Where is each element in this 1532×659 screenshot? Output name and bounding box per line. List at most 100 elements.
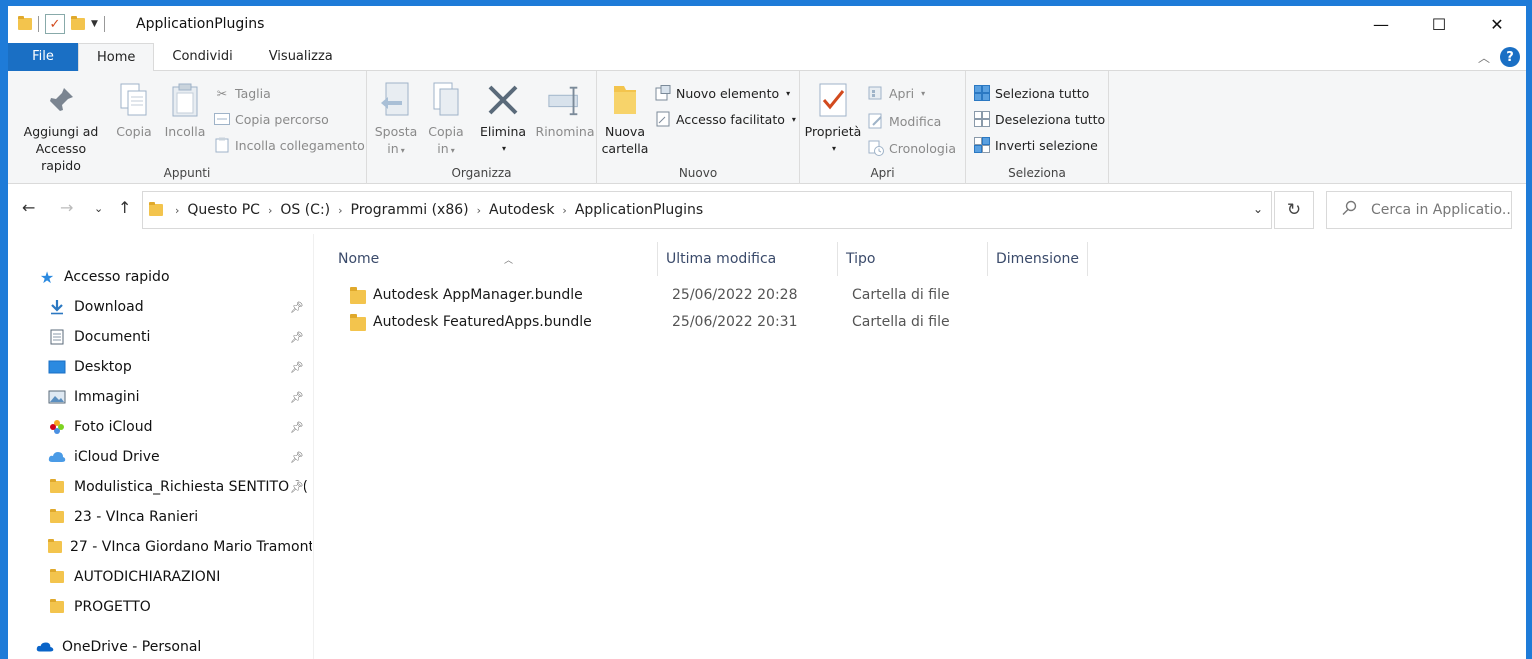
nav-item-vinca-ranieri[interactable]: 23 - VInca Ranieri	[48, 506, 198, 528]
close-button[interactable]: ✕	[1468, 6, 1526, 42]
nav-item-immagini[interactable]: Immagini 📌︎	[48, 386, 310, 408]
nav-item-desktop[interactable]: Desktop 📌︎	[48, 356, 310, 378]
collapse-ribbon-chevron-up-icon[interactable]: ︿	[1478, 49, 1490, 66]
easy-access-button[interactable]: Accesso facilitato ▾	[655, 109, 796, 129]
new-folder-quick-icon[interactable]	[71, 16, 85, 30]
copy-icon	[116, 81, 152, 119]
column-header-name[interactable]: Nome ︿	[330, 242, 658, 276]
edit-button[interactable]: Modifica	[868, 111, 941, 131]
nav-quick-access[interactable]: ★ Accesso rapido	[38, 266, 170, 288]
rename-button[interactable]: Rinomina	[535, 81, 595, 140]
breadcrumb-item[interactable]: ApplicationPlugins	[575, 202, 703, 218]
chevron-right-icon[interactable]: ›	[268, 204, 272, 217]
move-to-button[interactable]: Sposta in ▾	[373, 81, 419, 159]
search-box[interactable]: Cerca in Applicatio...	[1326, 191, 1512, 229]
nav-item-label: 23 - VInca Ranieri	[74, 509, 199, 525]
chevron-right-icon[interactable]: ›	[477, 204, 481, 217]
nav-item-label: iCloud Drive	[74, 449, 160, 465]
invert-selection-button[interactable]: Inverti selezione	[974, 135, 1098, 155]
history-label: Cronologia	[889, 140, 956, 156]
pin-icon[interactable]: 📌︎	[290, 480, 304, 494]
group-label-organizza: Organizza	[451, 166, 512, 180]
chevron-down-icon: ▾	[501, 144, 506, 153]
nav-item-label: Accesso rapido	[64, 269, 170, 285]
properties-quick-icon[interactable]: ✓	[45, 14, 65, 34]
maximize-button[interactable]: ☐	[1410, 6, 1468, 42]
table-row[interactable]: Autodesk AppManager.bundle 25/06/2022 20…	[336, 283, 1136, 309]
tab-visualizza[interactable]: Visualizza	[251, 43, 351, 71]
tab-condividi[interactable]: Condividi	[154, 43, 250, 71]
select-all-button[interactable]: Seleziona tutto	[974, 83, 1089, 103]
new-item-label: Nuovo elemento	[676, 85, 780, 101]
pin-icon[interactable]: 📌︎	[290, 331, 304, 344]
invert-selection-icon	[974, 137, 990, 153]
invert-selection-label: Inverti selezione	[995, 137, 1098, 153]
pin-icon[interactable]: 📌︎	[290, 421, 304, 434]
up-arrow-icon[interactable]: ↑	[118, 198, 131, 217]
delete-button[interactable]: Elimina ▾	[477, 81, 529, 157]
copy-to-button[interactable]: Copia in ▾	[423, 81, 469, 159]
nav-item-label: OneDrive - Personal	[62, 639, 202, 655]
nav-item-label: PROGETTO	[74, 599, 151, 615]
column-header-size[interactable]: Dimensione	[988, 242, 1088, 276]
nav-item-download[interactable]: Download 📌︎	[48, 296, 310, 318]
breadcrumb-item[interactable]: Autodesk	[489, 202, 554, 218]
back-arrow-icon[interactable]: ←	[22, 198, 35, 217]
address-bar[interactable]: › Questo PC › OS (C:) › Programmi (x86) …	[142, 191, 1272, 229]
paste-link-button[interactable]: Incolla collegamento	[214, 135, 365, 155]
file-name: Autodesk FeaturedApps.bundle	[373, 314, 592, 330]
select-none-icon	[974, 111, 990, 127]
breadcrumb-item[interactable]: Questo PC	[187, 202, 260, 218]
desktop-icon	[48, 358, 66, 376]
nav-item-foto-icloud[interactable]: Foto iCloud 📌︎	[48, 416, 310, 438]
file-name: Autodesk AppManager.bundle	[373, 287, 583, 303]
forward-arrow-icon[interactable]: →	[60, 198, 73, 217]
select-none-button[interactable]: Deseleziona tutto	[974, 109, 1105, 129]
nav-item-documenti[interactable]: Documenti 📌︎	[48, 326, 310, 348]
nav-onedrive[interactable]: OneDrive - Personal	[36, 636, 201, 658]
nav-item-progetto[interactable]: PROGETTO	[48, 596, 151, 618]
column-header-modified[interactable]: Ultima modifica	[658, 242, 838, 276]
copy-button[interactable]: Copia	[112, 81, 156, 140]
nav-item-modulistica[interactable]: Modulistica_Richiesta SENTITO 2( 📌︎	[48, 476, 310, 498]
nav-item-autodichiarazioni[interactable]: AUTODICHIARAZIONI	[48, 566, 220, 588]
navigation-bar: ← → ⌄ ↑ › Questo PC › OS (C:) › Programm…	[8, 188, 1526, 232]
pin-icon[interactable]: 📌︎	[290, 451, 304, 464]
ribbon-tabs: File Home Condividi Visualizza ︿ ?	[8, 43, 1526, 71]
chevron-right-icon[interactable]: ›	[562, 204, 566, 217]
search-input[interactable]: Cerca in Applicatio...	[1371, 202, 1511, 218]
pin-icon[interactable]: 📌︎	[290, 301, 304, 314]
table-row[interactable]: Autodesk FeaturedApps.bundle 25/06/2022 …	[336, 310, 1136, 336]
new-item-button[interactable]: Nuovo elemento ▾	[655, 83, 790, 103]
open-button[interactable]: Apri ▾	[868, 83, 925, 103]
pictures-icon	[48, 388, 66, 406]
explorer-window: ✓ ▼ ApplicationPlugins — ☐ ✕ File Home C…	[8, 6, 1526, 659]
history-button[interactable]: Cronologia	[868, 138, 956, 158]
search-icon	[1341, 200, 1357, 220]
chevron-right-icon[interactable]: ›	[175, 204, 179, 217]
breadcrumb-item[interactable]: Programmi (x86)	[351, 202, 469, 218]
tab-file[interactable]: File	[8, 43, 78, 71]
pin-quick-access-button[interactable]: Aggiungi ad Accesso rapido	[16, 81, 106, 174]
pin-icon[interactable]: 📌︎	[290, 361, 304, 374]
tab-home[interactable]: Home	[78, 43, 155, 71]
cut-button[interactable]: ✂ Taglia	[214, 83, 271, 103]
pin-icon[interactable]: 📌︎	[290, 391, 304, 404]
help-icon[interactable]: ?	[1500, 47, 1520, 67]
column-header-type[interactable]: Tipo	[838, 242, 988, 276]
customize-qat-chevron-icon[interactable]: ▼	[91, 19, 98, 29]
recent-locations-chevron-down-icon[interactable]: ⌄	[94, 202, 103, 215]
nav-item-vinca-giordano[interactable]: 27 - VInca Giordano Mario Tramonti	[48, 536, 312, 558]
refresh-icon[interactable]: ↻	[1274, 191, 1314, 229]
paste-button[interactable]: Incolla	[160, 81, 210, 140]
address-history-chevron-down-icon[interactable]: ⌄	[1253, 202, 1263, 216]
chevron-right-icon[interactable]: ›	[338, 204, 342, 217]
nav-item-icloud-drive[interactable]: iCloud Drive 📌︎	[48, 446, 310, 468]
folder-icon	[350, 287, 366, 308]
new-folder-button[interactable]: Nuova cartella	[601, 81, 649, 157]
minimize-button[interactable]: —	[1352, 6, 1410, 42]
breadcrumb-item[interactable]: OS (C:)	[280, 202, 330, 218]
copy-path-button[interactable]: Copia percorso	[214, 109, 329, 129]
properties-button[interactable]: Proprietà ▾	[804, 81, 862, 157]
rename-icon	[547, 81, 583, 119]
